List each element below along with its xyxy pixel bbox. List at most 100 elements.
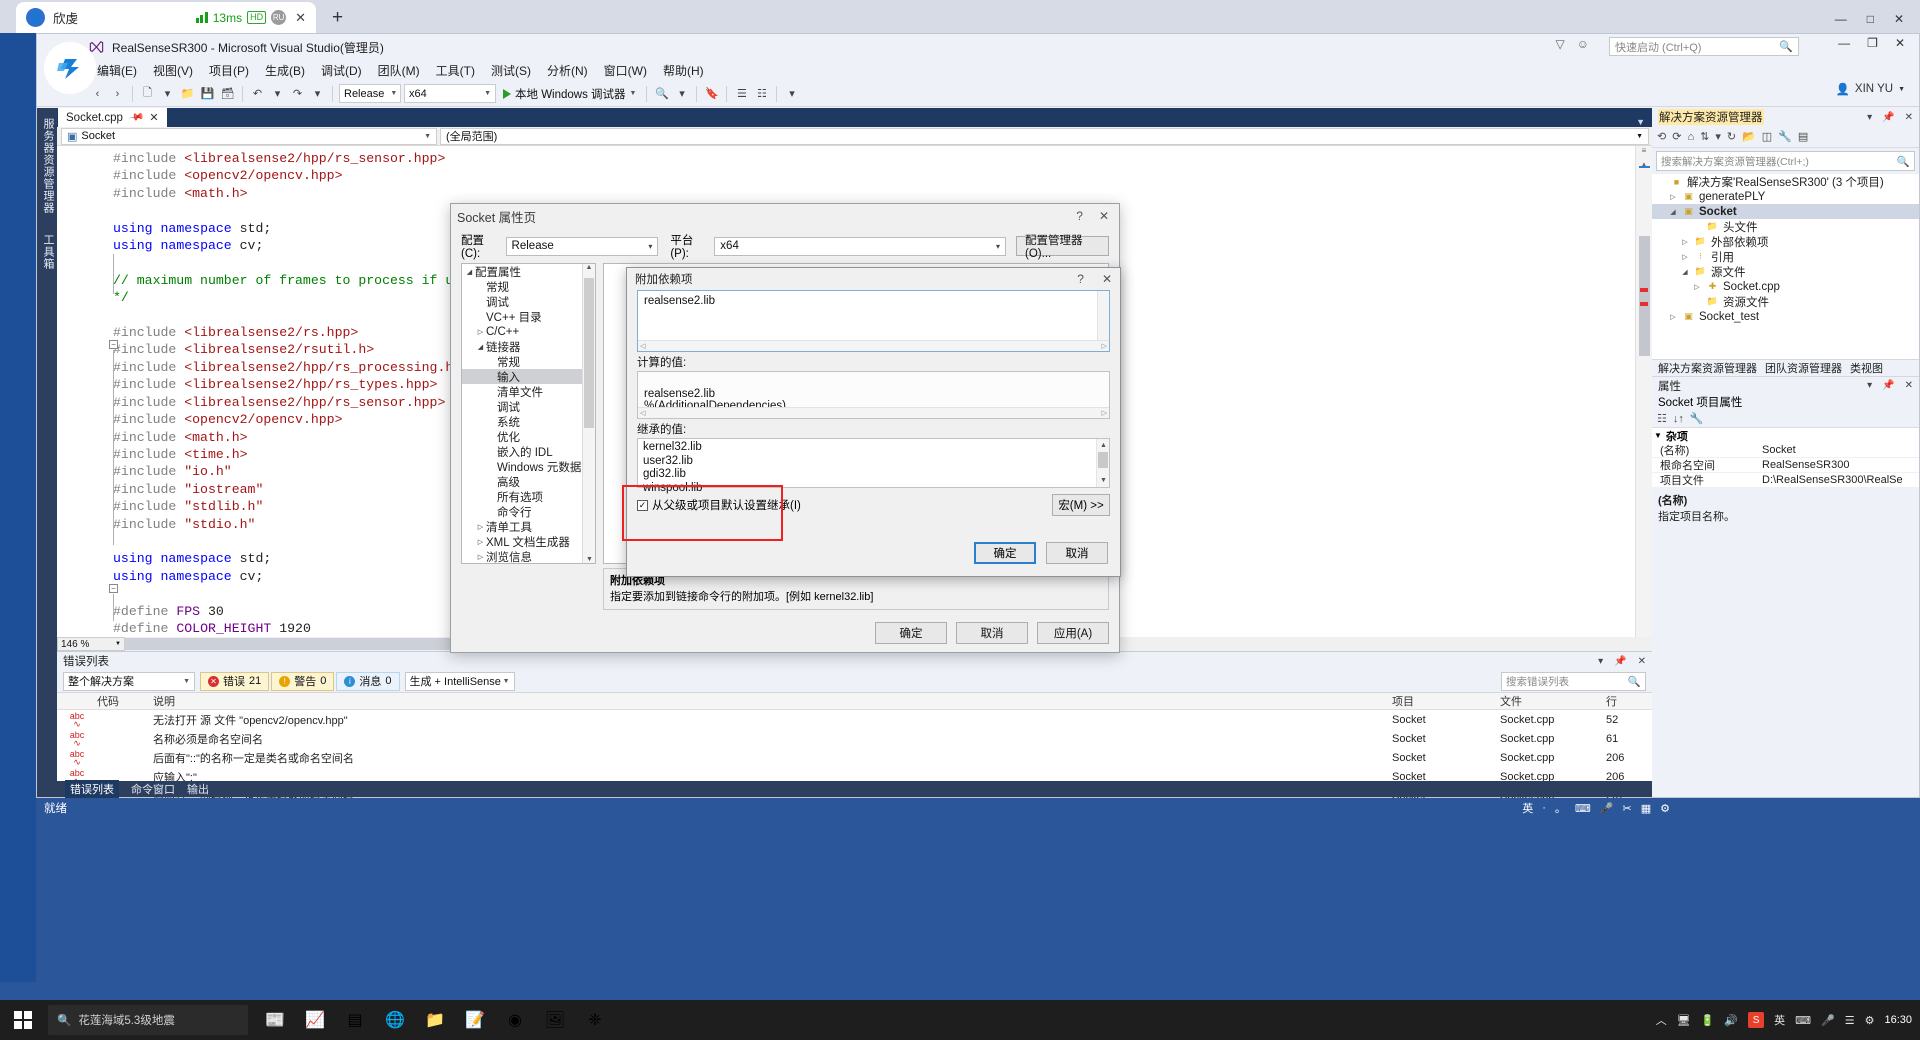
properties-icon[interactable]: 🔧 xyxy=(1778,130,1792,143)
configuration-manager-button[interactable]: 配置管理器(O)... xyxy=(1016,235,1109,260)
dialog-tree-item[interactable]: Windows 元数据 xyxy=(462,459,595,474)
minimize-panel-icon[interactable]: ▾ xyxy=(1867,380,1872,391)
solution-tree-node[interactable]: 📁 头文件 xyxy=(1652,219,1919,234)
home-icon[interactable]: ⌂ xyxy=(1687,131,1694,143)
expander-icon[interactable]: ◢ xyxy=(464,268,475,276)
textarea-vscrollbar[interactable] xyxy=(1097,291,1109,340)
dialog-tree-item[interactable]: ▷ C/C++ xyxy=(462,324,595,339)
dialog-category-tree[interactable]: ◢ 配置属性 常规 调试 VC++ 目录 ▷ C/C++ ◢ 链接器 常规 输入 清单文件 调试 系统 优化… xyxy=(461,263,596,564)
close-panel-icon[interactable]: ✕ xyxy=(1638,656,1646,667)
solution-bottom-tab[interactable]: 团队资源管理器 xyxy=(1765,360,1842,376)
error-column-header[interactable]: 项目 xyxy=(1392,693,1500,709)
solution-tree-node[interactable]: ◢ 📁 源文件 xyxy=(1652,264,1919,279)
warnings-filter-button[interactable]: ! 警告 0 xyxy=(271,671,335,691)
ime-tray-icon[interactable]: S xyxy=(1748,1012,1765,1028)
dialog-tree-item[interactable]: 优化 xyxy=(462,429,595,444)
overflow-icon[interactable]: ▾ xyxy=(783,85,800,102)
chevron-down-icon[interactable]: ▾ xyxy=(309,85,326,102)
scroll-down-icon[interactable]: ▼ xyxy=(583,556,595,563)
rail-item[interactable]: 工具箱 xyxy=(37,224,59,280)
bottom-tab-2[interactable]: 输出 xyxy=(187,781,209,797)
dialog-tree-item[interactable]: ▷ 浏览信息 xyxy=(462,549,595,564)
macros-button[interactable]: 宏(M) >> xyxy=(1052,494,1110,516)
scroll-up-icon[interactable]: ▲ xyxy=(583,264,595,271)
dialog-tree-item[interactable]: 调试 xyxy=(462,294,595,309)
inherited-value-item[interactable]: gdi32.lib xyxy=(643,468,1104,482)
property-pages-icon[interactable]: 🔧 xyxy=(1690,412,1704,425)
scroll-thumb[interactable] xyxy=(1098,452,1108,468)
inner-ok-button[interactable]: 确定 xyxy=(974,542,1036,564)
expander-icon[interactable]: ▷ xyxy=(1680,238,1690,246)
inherited-value-item[interactable]: winspool.lib xyxy=(643,482,1104,496)
open-file-icon[interactable]: 📁 xyxy=(179,85,196,102)
quick-launch-input[interactable]: 快速启动 (Ctrl+Q) 🔍 xyxy=(1609,37,1799,56)
close-icon[interactable]: ✕ xyxy=(1102,272,1112,286)
expander-icon[interactable]: ▷ xyxy=(475,538,486,546)
dialog-tree-item[interactable]: 输入 xyxy=(462,369,595,384)
volume-icon[interactable]: 🔊 xyxy=(1724,1014,1738,1027)
additional-dependencies-dialog[interactable]: 附加依赖项 ? ✕ realsense2.lib ◁ ▷ 计算的值: realse… xyxy=(626,267,1121,577)
desktop-floating-icon[interactable] xyxy=(44,42,96,94)
chevron-down-icon[interactable]: ▾ xyxy=(269,85,286,102)
vs-minimize-icon[interactable]: — xyxy=(1838,36,1850,50)
maximize-icon[interactable]: □ xyxy=(1867,12,1874,26)
feedback-smiley-icon[interactable]: ☺ xyxy=(1577,37,1589,51)
solution-tree-node[interactable]: ▷ ⁝ 引用 xyxy=(1652,249,1919,264)
scroll-down-icon[interactable]: ▼ xyxy=(1097,474,1110,488)
configuration-combo[interactable]: Release ▼ xyxy=(339,84,401,103)
document-tab-socket-cpp[interactable]: Socket.cpp 📌 ✕ xyxy=(58,108,167,127)
preview-icon[interactable]: ▤ xyxy=(1798,130,1808,143)
error-row[interactable]: abc ∿ 名称必须是命名空间名 Socket Socket.cpp 61 xyxy=(57,729,1652,748)
inherited-values-list[interactable]: kernel32.lib user32.lib gdi32.lib winspool.… xyxy=(637,438,1110,494)
forward-icon[interactable]: ⟳ xyxy=(1672,130,1681,143)
help-icon[interactable]: ? xyxy=(1077,272,1084,286)
dialog-tree-item[interactable]: 常规 xyxy=(462,354,595,369)
start-debug-button[interactable]: 本地 Windows 调试器 ▼ xyxy=(499,86,640,102)
navbar-scope-select[interactable]: ▣ Socket ▼ xyxy=(61,127,437,145)
error-search-input[interactable]: 搜索错误列表 🔍 xyxy=(1501,671,1646,691)
error-scope-select[interactable]: 整个解决方案 ▼ xyxy=(63,671,195,691)
user-account[interactable]: 👤 XIN YU ▼ xyxy=(1836,82,1905,96)
new-project-icon[interactable]: 🗋 xyxy=(139,85,156,102)
firefox-icon[interactable]: 🌐 xyxy=(380,1005,410,1035)
help-icon[interactable]: ? xyxy=(1076,209,1083,223)
solution-tree[interactable]: ■ 解决方案'RealSenseSR300' (3 个项目) ▷ ▣ generateP… xyxy=(1652,174,1919,359)
taskbar-clock[interactable]: 16:30 xyxy=(1884,1014,1912,1026)
photos-icon[interactable]: 🖼 xyxy=(540,1005,570,1035)
visual-studio-taskbar-icon[interactable]: ❈ xyxy=(580,1005,610,1035)
expander-icon[interactable]: ◢ xyxy=(1680,268,1690,276)
file-explorer-icon[interactable]: 📁 xyxy=(420,1005,450,1035)
categorized-icon[interactable]: ☷ xyxy=(1657,412,1667,425)
undo-icon[interactable]: ↶ xyxy=(249,85,266,102)
zoom-level-select[interactable]: 146 % ▼ xyxy=(57,637,125,651)
menu-item-帮助h[interactable]: 帮助(H) xyxy=(655,61,712,80)
chevron-down-icon[interactable]: ▾ xyxy=(159,85,176,102)
dialog-tree-item[interactable]: VC++ 目录 xyxy=(462,309,595,324)
dialog-tree-item[interactable]: ▷ 清单工具 xyxy=(462,519,595,534)
chrome-icon[interactable]: ◉ xyxy=(500,1005,530,1035)
dialog-tree-item[interactable]: 常规 xyxy=(462,279,595,294)
menu-item-测试s[interactable]: 测试(S) xyxy=(483,61,539,80)
forward-icon[interactable]: › xyxy=(109,85,126,102)
dependencies-textarea[interactable]: realsense2.lib ◁ ▷ xyxy=(637,290,1110,352)
platform-combo[interactable]: x64 ▼ xyxy=(404,84,496,103)
refresh-icon[interactable]: ↻ xyxy=(1727,130,1736,143)
ime-lang-icon[interactable]: 英 xyxy=(1774,1012,1785,1028)
expander-icon[interactable]: ◢ xyxy=(475,343,486,351)
dialog-tree-item[interactable]: ▷ XML 文档生成器 xyxy=(462,534,595,549)
keyboard-icon[interactable]: ⌨ xyxy=(1795,1014,1811,1027)
tab-overflow-icon[interactable]: ▼ xyxy=(1636,117,1652,127)
navbar-member-select[interactable]: (全局范围) ▼ xyxy=(440,127,1649,145)
ime-tool[interactable]: ▦ xyxy=(1641,802,1651,815)
solution-bottom-tab[interactable]: 解决方案资源管理器 xyxy=(1658,360,1757,376)
solution-tree-node[interactable]: ▷ ▣ Socket_test xyxy=(1652,309,1919,324)
browser-tab[interactable]: 👤 欣虔 13ms HD RU ✕ xyxy=(16,2,316,33)
pin-icon[interactable]: 📌 xyxy=(128,109,145,125)
close-panel-icon[interactable]: ✕ xyxy=(1905,380,1913,391)
task-view-icon[interactable]: ▤ xyxy=(340,1005,370,1035)
error-column-header[interactable]: 说明 xyxy=(153,693,1392,709)
solution-search-input[interactable]: 搜索解决方案资源管理器(Ctrl+;) 🔍 xyxy=(1656,151,1915,171)
solution-tree-node[interactable]: ■ 解决方案'RealSenseSR300' (3 个项目) xyxy=(1652,174,1919,189)
solution-tree-node[interactable]: ◢ ▣ Socket xyxy=(1652,204,1919,219)
evaluated-hscrollbar[interactable]: ◁ ▷ xyxy=(638,407,1109,418)
